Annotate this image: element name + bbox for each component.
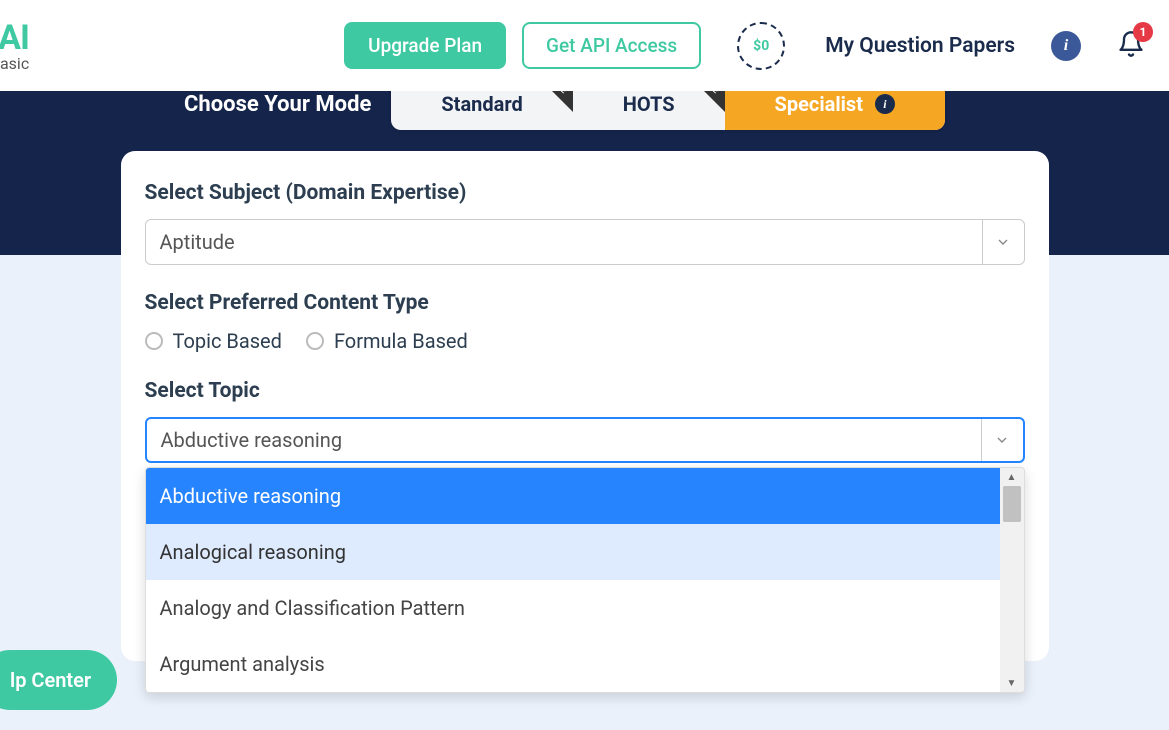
scroll-thumb[interactable] — [1003, 486, 1021, 522]
info-icon[interactable]: i — [1051, 31, 1081, 61]
dropdown-option[interactable]: Analogical reasoning — [146, 524, 1000, 580]
scrollbar[interactable]: ▲ ▼ — [1000, 468, 1024, 692]
mode-tab-standard-label: Standard — [441, 92, 522, 116]
my-question-papers-link[interactable]: My Question Papers — [825, 34, 1015, 58]
help-center-button[interactable]: lp Center — [0, 650, 117, 710]
radio-topic-label: Topic Based — [173, 329, 282, 353]
get-api-access-button[interactable]: Get API Access — [522, 22, 701, 69]
notifications-button[interactable]: 1 — [1117, 30, 1145, 62]
topic-label: Select Topic — [145, 379, 1025, 403]
dropdown-option[interactable]: Analogy and Classification Pattern — [146, 580, 1000, 636]
topic-dropdown-menu: Abductive reasoning Analogical reasoning… — [145, 467, 1025, 693]
logo-tier: Basic — [0, 54, 29, 73]
topic-value: Abductive reasoning — [161, 428, 343, 452]
radio-formula-based[interactable]: Formula Based — [306, 329, 468, 353]
logo[interactable]: pAI Basic — [0, 18, 29, 73]
scroll-down-arrow-icon[interactable]: ▼ — [1000, 674, 1024, 692]
dropdown-option[interactable]: Argument analysis — [146, 636, 1000, 692]
radio-icon — [145, 332, 163, 350]
topic-select[interactable]: Abductive reasoning — [145, 417, 1025, 463]
subject-select[interactable]: Aptitude — [145, 219, 1025, 265]
radio-formula-label: Formula Based — [334, 329, 468, 353]
mode-tab-hots-label: HOTS — [623, 92, 675, 116]
mode-tab-specialist-label: Specialist — [775, 92, 863, 116]
chevron-down-icon — [981, 419, 1023, 461]
upgrade-plan-button[interactable]: Upgrade Plan — [344, 22, 506, 69]
subject-label: Select Subject (Domain Expertise) — [145, 181, 1025, 205]
radio-topic-based[interactable]: Topic Based — [145, 329, 282, 353]
chevron-down-icon — [982, 220, 1024, 264]
scroll-up-arrow-icon[interactable]: ▲ — [1000, 468, 1024, 486]
info-icon[interactable]: i — [875, 94, 895, 114]
notification-count-badge: 1 — [1133, 22, 1153, 42]
dropdown-option[interactable]: Abductive reasoning — [146, 468, 1000, 524]
app-header: pAI Basic Upgrade Plan Get API Access $0… — [0, 0, 1169, 91]
credits-badge[interactable]: $0 — [737, 22, 785, 70]
content-type-label: Select Preferred Content Type — [145, 291, 1025, 315]
logo-ai: AI — [0, 18, 29, 58]
choose-mode-label: Choose Your Mode — [184, 92, 371, 117]
content-type-radios: Topic Based Formula Based — [145, 329, 1025, 353]
subject-value: Aptitude — [160, 230, 235, 254]
form-card: Select Subject (Domain Expertise) Aptitu… — [121, 151, 1049, 661]
radio-icon — [306, 332, 324, 350]
